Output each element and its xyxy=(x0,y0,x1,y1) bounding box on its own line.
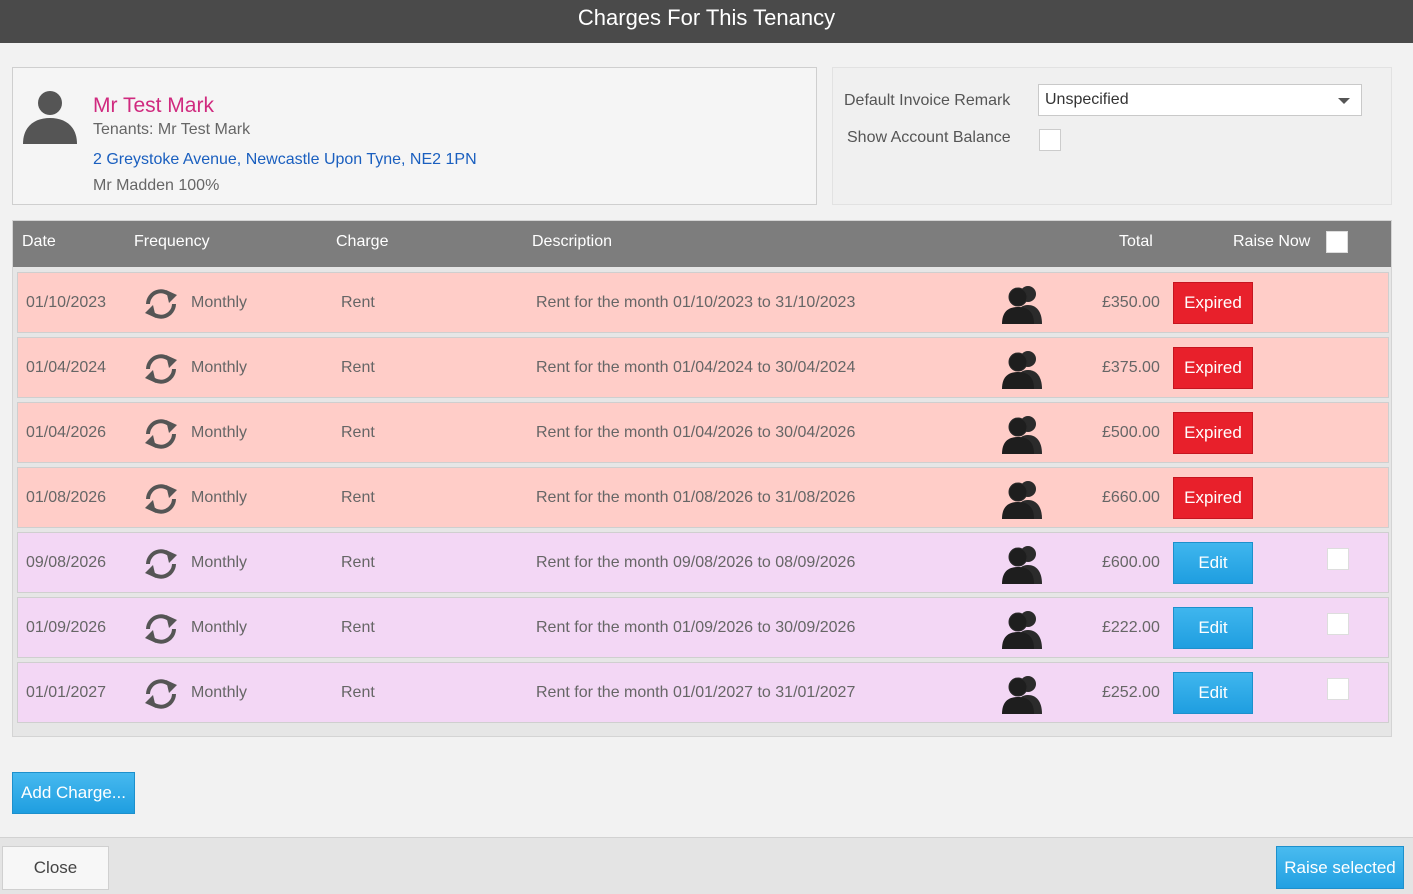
close-button[interactable]: Close xyxy=(2,846,109,890)
expired-button[interactable]: Expired xyxy=(1173,347,1253,389)
table-row: 09/08/2026 Monthly Rent Rent for the month … xyxy=(17,532,1389,593)
expired-button[interactable]: Expired xyxy=(1173,477,1253,519)
row-total: £252.00 xyxy=(1102,684,1160,701)
table-row: 01/09/2026 Monthly Rent Rent for the month … xyxy=(17,597,1389,658)
refresh-cycle-icon xyxy=(142,288,180,320)
row-total: £222.00 xyxy=(1102,619,1160,636)
edit-button[interactable]: Edit xyxy=(1173,672,1253,714)
people-icon[interactable] xyxy=(1000,544,1044,584)
people-icon[interactable] xyxy=(1000,609,1044,649)
row-description: Rent for the month 01/08/2026 to 31/08/2… xyxy=(536,489,856,506)
dialog-title: Charges For This Tenancy xyxy=(0,0,1413,43)
row-date: 01/04/2026 xyxy=(26,424,107,441)
table-row: 01/10/2023 Monthly Rent Rent for the month … xyxy=(17,272,1389,333)
header-raise-now: Raise Now xyxy=(1233,233,1311,250)
row-frequency: Monthly xyxy=(191,684,248,701)
dialog-footer: Close Raise selected xyxy=(0,837,1413,894)
header-total: Total xyxy=(1119,233,1153,250)
row-charge: Rent xyxy=(341,359,375,376)
raise-now-checkbox[interactable] xyxy=(1327,613,1349,635)
table-header: Date Frequency Charge Description Total … xyxy=(13,221,1391,267)
table-row: 01/04/2026 Monthly Rent Rent for the month … xyxy=(17,402,1389,463)
invoice-options-panel: Default Invoice Remark Unspecified Show … xyxy=(832,67,1392,205)
people-icon[interactable] xyxy=(1000,349,1044,389)
row-charge: Rent xyxy=(341,684,375,701)
row-frequency: Monthly xyxy=(191,294,248,311)
row-description: Rent for the month 01/01/2027 to 31/01/2… xyxy=(536,684,856,701)
refresh-cycle-icon xyxy=(142,483,180,515)
raise-all-checkbox[interactable] xyxy=(1326,231,1348,253)
row-frequency: Monthly xyxy=(191,359,248,376)
raise-now-checkbox[interactable] xyxy=(1327,678,1349,700)
tenant-card: Mr Test Mark Tenants: Mr Test Mark 2 Gre… xyxy=(12,67,817,205)
people-icon[interactable] xyxy=(1000,479,1044,519)
show-balance-label: Show Account Balance xyxy=(847,129,1011,146)
tenants-line: Tenants: Mr Test Mark xyxy=(93,121,251,138)
row-charge: Rent xyxy=(341,554,375,571)
row-charge: Rent xyxy=(341,489,375,506)
row-total: £500.00 xyxy=(1102,424,1160,441)
row-charge: Rent xyxy=(341,619,375,636)
row-total: £600.00 xyxy=(1102,554,1160,571)
row-frequency: Monthly xyxy=(191,489,248,506)
row-description: Rent for the month 01/04/2026 to 30/04/2… xyxy=(536,424,856,441)
invoice-remark-select[interactable]: Unspecified xyxy=(1038,84,1362,116)
header-description: Description xyxy=(532,233,613,250)
expired-button[interactable]: Expired xyxy=(1173,412,1253,454)
charges-table: Date Frequency Charge Description Total … xyxy=(12,220,1392,737)
row-description: Rent for the month 01/10/2023 to 31/10/2… xyxy=(536,294,856,311)
table-row: 01/04/2024 Monthly Rent Rent for the month … xyxy=(17,337,1389,398)
refresh-cycle-icon xyxy=(142,353,180,385)
raise-now-checkbox[interactable] xyxy=(1327,548,1349,570)
invoice-remark-value: Unspecified xyxy=(1045,91,1129,108)
table-row: 01/01/2027 Monthly Rent Rent for the month … xyxy=(17,662,1389,723)
show-balance-checkbox[interactable] xyxy=(1039,129,1061,151)
row-description: Rent for the month 09/08/2026 to 08/09/2… xyxy=(536,554,856,571)
refresh-cycle-icon xyxy=(142,678,180,710)
tenant-name: Mr Test Mark xyxy=(93,94,214,117)
row-total: £375.00 xyxy=(1102,359,1160,376)
table-row: 01/08/2026 Monthly Rent Rent for the month … xyxy=(17,467,1389,528)
raise-selected-button[interactable]: Raise selected xyxy=(1276,846,1404,889)
row-frequency: Monthly xyxy=(191,424,248,441)
row-date: 01/08/2026 xyxy=(26,489,107,506)
row-date: 01/01/2027 xyxy=(26,684,107,701)
person-silhouette-icon xyxy=(23,91,77,144)
people-icon[interactable] xyxy=(1000,284,1044,324)
refresh-cycle-icon xyxy=(142,418,180,450)
refresh-cycle-icon xyxy=(142,548,180,580)
row-description: Rent for the month 01/09/2026 to 30/09/2… xyxy=(536,619,856,636)
row-description: Rent for the month 01/04/2024 to 30/04/2… xyxy=(536,359,856,376)
invoice-remark-label: Default Invoice Remark xyxy=(844,92,1011,109)
row-frequency: Monthly xyxy=(191,554,248,571)
edit-button[interactable]: Edit xyxy=(1173,607,1253,649)
row-total: £350.00 xyxy=(1102,294,1160,311)
header-date: Date xyxy=(22,233,56,250)
add-charge-button[interactable]: Add Charge... xyxy=(12,772,135,814)
row-date: 01/10/2023 xyxy=(26,294,107,311)
row-total: £660.00 xyxy=(1102,489,1160,506)
row-date: 09/08/2026 xyxy=(26,554,107,571)
chevron-down-icon xyxy=(1338,98,1350,104)
row-date: 01/09/2026 xyxy=(26,619,107,636)
expired-button[interactable]: Expired xyxy=(1173,282,1253,324)
row-date: 01/04/2024 xyxy=(26,359,107,376)
header-frequency: Frequency xyxy=(134,233,210,250)
edit-button[interactable]: Edit xyxy=(1173,542,1253,584)
row-frequency: Monthly xyxy=(191,619,248,636)
refresh-cycle-icon xyxy=(142,613,180,645)
people-icon[interactable] xyxy=(1000,414,1044,454)
owner-line: Mr Madden 100% xyxy=(93,177,220,194)
row-charge: Rent xyxy=(341,294,375,311)
people-icon[interactable] xyxy=(1000,674,1044,714)
property-address-link[interactable]: 2 Greystoke Avenue, Newcastle Upon Tyne,… xyxy=(93,151,477,169)
row-charge: Rent xyxy=(341,424,375,441)
header-charge: Charge xyxy=(336,233,389,250)
